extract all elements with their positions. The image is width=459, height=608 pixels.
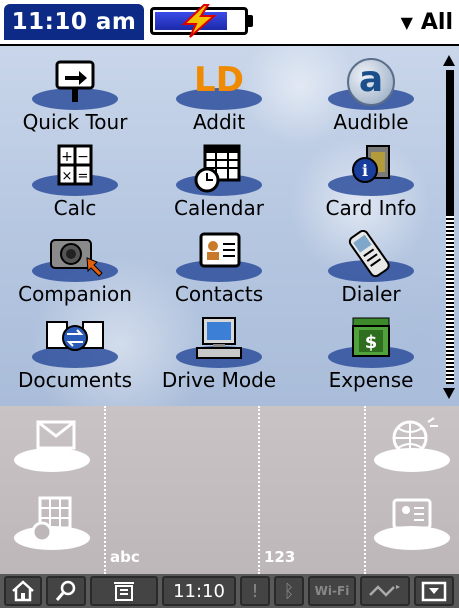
app-label: Documents bbox=[17, 368, 133, 392]
app-label: Addit bbox=[192, 110, 246, 134]
input-toggle-button[interactable] bbox=[414, 576, 454, 606]
app-label: Companion bbox=[18, 282, 132, 306]
scroll-down-arrow-icon[interactable] bbox=[442, 386, 456, 400]
home-icon bbox=[12, 580, 34, 602]
mail-icon[interactable] bbox=[12, 416, 92, 476]
web-browser-icon[interactable] bbox=[372, 416, 452, 476]
contacts-shortcut-icon[interactable] bbox=[372, 494, 452, 554]
dropdown-arrow-icon: ▼ bbox=[400, 12, 413, 32]
statusbar-clock[interactable]: 11:10 bbox=[162, 576, 236, 606]
charging-bolt-icon bbox=[181, 4, 217, 38]
app-documents[interactable]: Documents bbox=[0, 312, 150, 396]
camera-icon bbox=[50, 239, 103, 277]
status-bar: 11:10 ! ᛒ Wi-Fi bbox=[0, 574, 459, 608]
audible-icon: a bbox=[347, 58, 395, 106]
app-quick-tour[interactable]: Quick Tour bbox=[0, 54, 150, 138]
app-drive-mode[interactable]: Drive Mode bbox=[144, 312, 294, 396]
app-label: Audible bbox=[333, 110, 409, 134]
notification-icon[interactable]: ! bbox=[240, 576, 270, 606]
scroll-up-arrow-icon[interactable] bbox=[442, 54, 456, 68]
app-label: Card Info bbox=[325, 196, 417, 220]
app-launcher: Quick Tour LD Addit a Audible + − × = Ca… bbox=[0, 46, 459, 406]
signal-button[interactable] bbox=[360, 576, 410, 606]
home-button[interactable] bbox=[4, 576, 42, 606]
card-info-icon: i bbox=[352, 145, 390, 183]
category-label: All bbox=[420, 9, 453, 35]
app-audible[interactable]: a Audible bbox=[296, 54, 446, 138]
palm-screen: 11:10 am ▼ All Quick Tour LD Addit a Aud… bbox=[0, 0, 459, 608]
graffiti-123-label: 123 bbox=[264, 548, 296, 566]
expense-icon: $ bbox=[352, 317, 390, 357]
graffiti-abc-label: abc bbox=[110, 548, 140, 566]
scrollbar-thumb[interactable] bbox=[446, 70, 454, 215]
calendar-icon bbox=[194, 144, 241, 193]
app-label: Dialer bbox=[341, 282, 401, 306]
svg-text:i: i bbox=[362, 161, 368, 180]
app-label: Drive Mode bbox=[161, 368, 277, 392]
app-label: Expense bbox=[328, 368, 414, 392]
find-button[interactable] bbox=[46, 576, 86, 606]
app-contacts[interactable]: Contacts bbox=[144, 226, 294, 310]
battery-terminal bbox=[247, 15, 253, 27]
computer-icon bbox=[196, 317, 242, 359]
app-label: Calc bbox=[53, 196, 97, 220]
quick-tour-icon bbox=[55, 60, 95, 102]
app-card-info[interactable]: i Card Info bbox=[296, 140, 446, 224]
app-label: Calendar bbox=[174, 196, 264, 220]
app-expense[interactable]: $ Expense bbox=[296, 312, 446, 396]
app-calc[interactable]: + − × = Calc bbox=[0, 140, 150, 224]
app-calendar[interactable]: Calendar bbox=[144, 140, 294, 224]
graffiti-area[interactable]: abc 123 bbox=[0, 406, 459, 574]
signal-wave-icon bbox=[369, 585, 400, 597]
documents-icon bbox=[46, 321, 104, 351]
app-label: Contacts bbox=[174, 282, 264, 306]
bluetooth-icon[interactable]: ᛒ bbox=[274, 576, 304, 606]
contacts-icon bbox=[199, 232, 241, 268]
svg-text:×: × bbox=[62, 169, 73, 184]
calculator-icon: + − × = bbox=[57, 144, 93, 186]
clock-tab[interactable]: 11:10 am bbox=[4, 4, 144, 40]
addit-icon: LD bbox=[194, 60, 244, 100]
menu-button[interactable] bbox=[90, 576, 158, 606]
title-bar: 11:10 am ▼ All bbox=[0, 0, 459, 46]
app-companion[interactable]: Companion bbox=[0, 226, 150, 310]
phone-icon bbox=[348, 230, 390, 278]
menu-icon bbox=[114, 582, 134, 601]
input-area-icon bbox=[421, 581, 447, 602]
svg-text:−: − bbox=[77, 149, 89, 165]
svg-text:=: = bbox=[78, 169, 89, 184]
svg-text:$: $ bbox=[365, 332, 378, 353]
category-selector[interactable]: ▼ All bbox=[401, 6, 453, 38]
app-addit[interactable]: LD Addit bbox=[144, 54, 294, 138]
search-icon bbox=[55, 580, 76, 601]
graffiti-divider bbox=[364, 406, 366, 574]
svg-text:+: + bbox=[61, 149, 73, 165]
wifi-button[interactable]: Wi-Fi bbox=[308, 576, 356, 606]
graffiti-divider bbox=[258, 406, 260, 574]
app-label: Quick Tour bbox=[22, 110, 128, 134]
app-dialer[interactable]: Dialer bbox=[296, 226, 446, 310]
graffiti-divider bbox=[104, 406, 106, 574]
calendar-shortcut-icon[interactable] bbox=[12, 494, 92, 554]
